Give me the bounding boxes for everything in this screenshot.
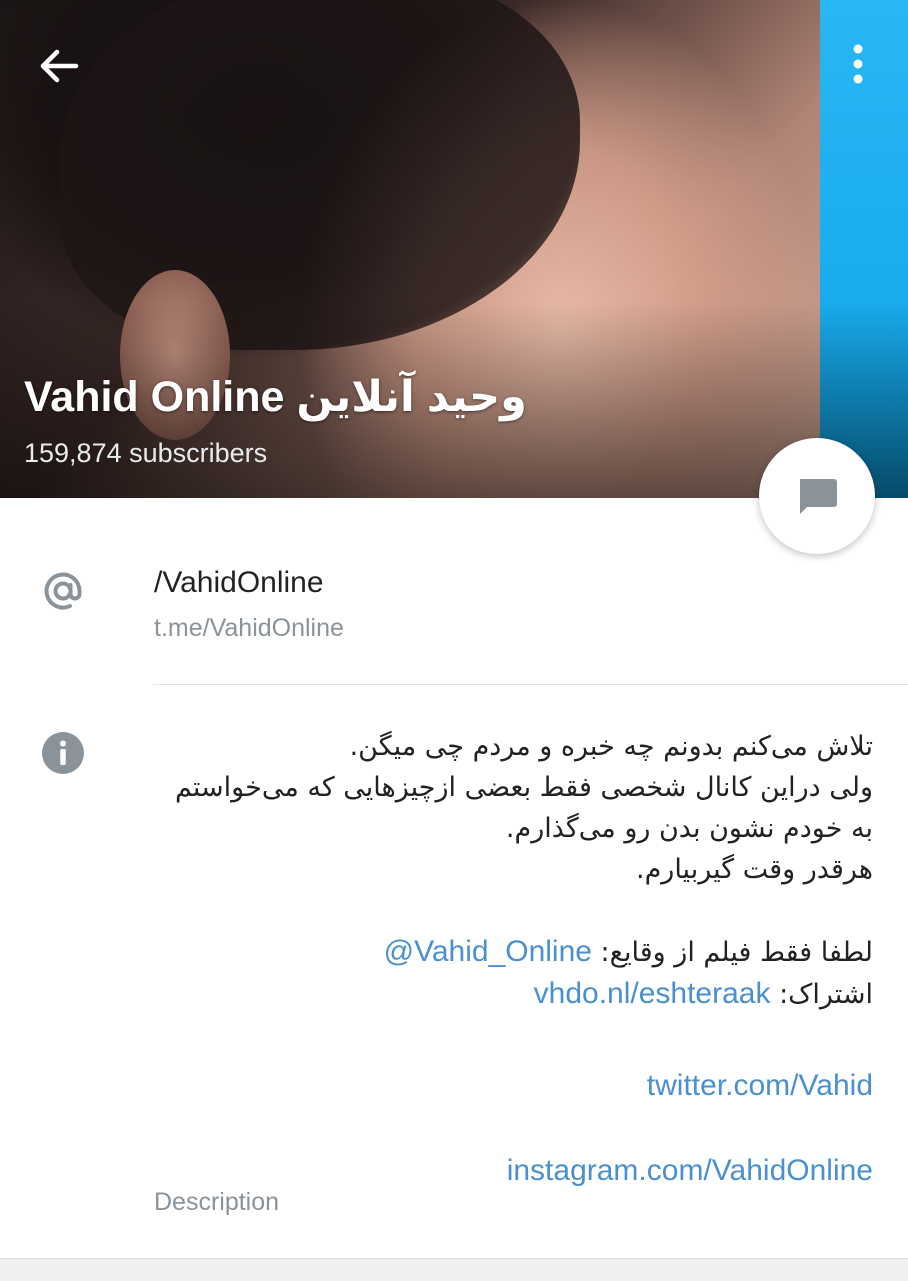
channel-header: Vahid Online وحید آنلاین 159,874 subscri…: [0, 0, 908, 498]
username-sublabel: t.me/VahidOnline: [154, 614, 344, 642]
description-line: ولی دراین کانال شخصی فقط بعضی ازچیزهایی …: [174, 772, 873, 803]
channel-description: تلاش می‌کنم بدونم چه خبره و مردم چی میگن…: [140, 726, 873, 1192]
instagram-link[interactable]: instagram.com/VahidOnline: [507, 1154, 873, 1187]
row-divider: [153, 684, 908, 685]
twitter-link[interactable]: twitter.com/Vahid: [647, 1069, 873, 1102]
message-fab-button[interactable]: [759, 438, 875, 554]
videos-prefix: لطفا فقط فیلم از وقایع:: [591, 937, 873, 968]
at-sign-icon: [44, 572, 82, 610]
info-icon: [42, 732, 84, 774]
twitter-line: twitter.com/Vahid: [140, 1065, 873, 1107]
subscriber-count: 159,874 subscribers: [24, 438, 268, 468]
username-value[interactable]: /VahidOnline: [154, 566, 324, 600]
more-vertical-icon: [853, 44, 863, 84]
videos-line: لطفا فقط فیلم از وقایع: @Vahid_Online: [140, 931, 873, 973]
subscription-link[interactable]: vhdo.nl/eshteraak: [534, 977, 771, 1010]
description-line: به خودم نشون بدن رو می‌گذارم.: [505, 813, 873, 844]
description-line: تلاش می‌کنم بدونم چه خبره و مردم چی میگن…: [349, 731, 873, 762]
back-button[interactable]: [30, 38, 86, 94]
description-line: هرقدر وقت گیربیارم.: [635, 854, 873, 885]
description-label: Description: [154, 1188, 280, 1216]
arrow-left-icon: [40, 49, 79, 83]
subscription-prefix: اشتراک:: [770, 979, 873, 1010]
message-icon: [800, 479, 837, 514]
videos-link[interactable]: @Vahid_Online: [384, 935, 592, 968]
instagram-line: instagram.com/VahidOnline: [140, 1150, 873, 1192]
channel-title: Vahid Online وحید آنلاین: [24, 373, 527, 421]
bottom-section-separator: [0, 1258, 908, 1281]
more-options-button[interactable]: [836, 38, 880, 94]
subscription-line: اشتراک: vhdo.nl/eshteraak: [140, 973, 873, 1015]
